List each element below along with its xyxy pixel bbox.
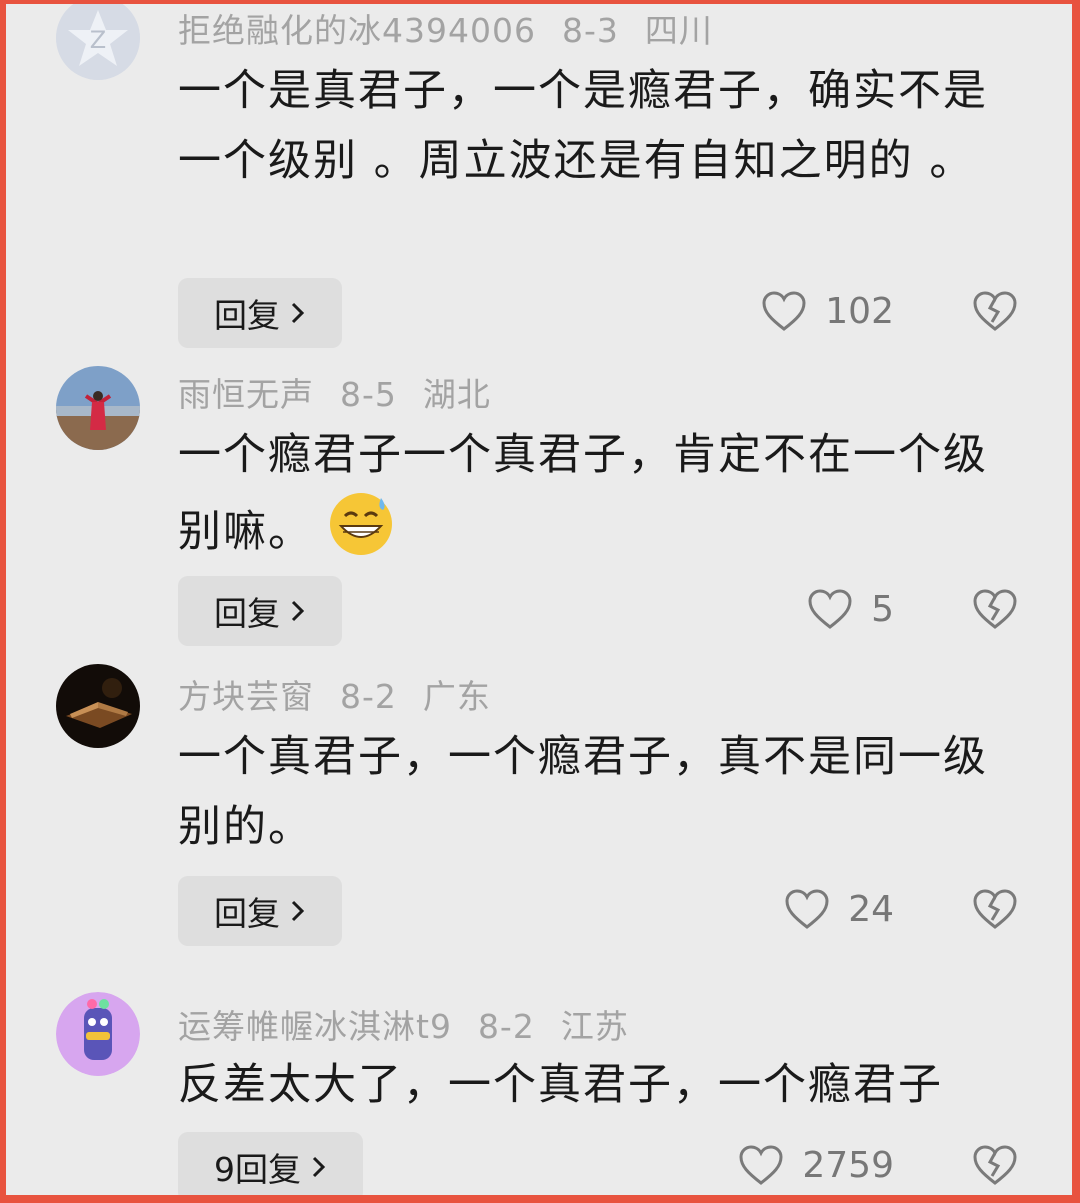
like-button[interactable]: 102	[761, 290, 894, 332]
broken-heart-icon	[973, 1145, 1017, 1185]
comment-list: Z 拒绝融化的冰4394006 8-3 四川 一个是真君子，一个是瘾君子，确实不是一…	[6, 4, 1072, 1195]
comment-date: 8-2	[477, 1007, 535, 1046]
comment-text: 一个瘾君子一个真君子，肯定不在一个级别嘛。	[178, 420, 1008, 579]
username[interactable]: 方块芸窗	[178, 677, 314, 716]
like-count: 2759	[802, 1144, 894, 1186]
broken-heart-icon	[973, 589, 1017, 629]
heart-outline-icon	[762, 291, 806, 331]
chevron-right-icon	[312, 1156, 326, 1178]
username[interactable]: 拒绝融化的冰4394006	[178, 11, 536, 50]
avatar[interactable]	[56, 664, 140, 748]
reply-button[interactable]: 回复	[178, 576, 342, 646]
like-count: 24	[848, 888, 894, 930]
username[interactable]: 雨恒无声	[178, 375, 314, 414]
comment-location: 广东	[422, 677, 491, 716]
like-count: 102	[825, 290, 894, 332]
dislike-button[interactable]	[972, 888, 1018, 934]
chevron-right-icon	[291, 302, 305, 324]
comment-location: 江苏	[560, 1007, 629, 1046]
comment-text-body: 一个瘾君子一个真君子，肯定不在一个级别嘛。	[178, 430, 988, 557]
grin-sweat-emoji-icon	[327, 490, 395, 579]
avatar[interactable]	[56, 992, 140, 1076]
reply-label: 9回复	[214, 1150, 301, 1189]
like-button[interactable]: 5	[807, 588, 894, 630]
chevron-right-icon	[291, 900, 305, 922]
dislike-button[interactable]	[972, 588, 1018, 634]
comment-date: 8-5	[340, 375, 397, 414]
like-button[interactable]: 24	[784, 888, 894, 930]
reply-label: 回复	[214, 296, 280, 335]
dislike-button[interactable]	[972, 290, 1018, 336]
reply-label: 回复	[214, 894, 280, 933]
comment-text: 一个是真君子，一个是瘾君子，确实不是一个级别 。周立波还是有自知之明的 。	[178, 66, 988, 186]
broken-heart-icon	[973, 889, 1017, 929]
avatar[interactable]: Z	[56, 4, 140, 80]
comment-meta: 拒绝融化的冰4394006 8-3 四川	[178, 4, 739, 52]
comment-text: 反差太大了，一个真君子，一个瘾君子	[178, 1060, 943, 1110]
reply-button[interactable]: 回复	[178, 278, 342, 348]
username[interactable]: 运筹帷幄冰淇淋t9	[178, 1007, 452, 1046]
broken-heart-icon	[973, 291, 1017, 331]
chevron-right-icon	[291, 600, 305, 622]
heart-outline-icon	[785, 889, 829, 929]
heart-outline-icon	[739, 1145, 783, 1185]
reply-button[interactable]: 回复	[178, 876, 342, 946]
like-button[interactable]: 2759	[738, 1144, 894, 1186]
heart-outline-icon	[808, 589, 852, 629]
comment-meta: 方块芸窗 8-2 广东	[178, 670, 517, 718]
comment-date: 8-2	[340, 677, 397, 716]
svg-text:Z: Z	[90, 26, 106, 54]
reply-button[interactable]: 9回复	[178, 1132, 363, 1195]
comment-location: 四川	[644, 11, 713, 50]
avatar[interactable]	[56, 366, 140, 450]
dislike-button[interactable]	[972, 1144, 1018, 1190]
comment-date: 8-3	[561, 11, 619, 50]
reply-label: 回复	[214, 594, 280, 633]
comment-text: 一个真君子，一个瘾君子，真不是同一级别的。	[178, 732, 988, 852]
comment-meta: 运筹帷幄冰淇淋t9 8-2 江苏	[178, 1000, 655, 1048]
comment-location: 湖北	[422, 375, 491, 414]
like-count: 5	[871, 588, 894, 630]
comment-meta: 雨恒无声 8-5 湖北	[178, 368, 517, 416]
